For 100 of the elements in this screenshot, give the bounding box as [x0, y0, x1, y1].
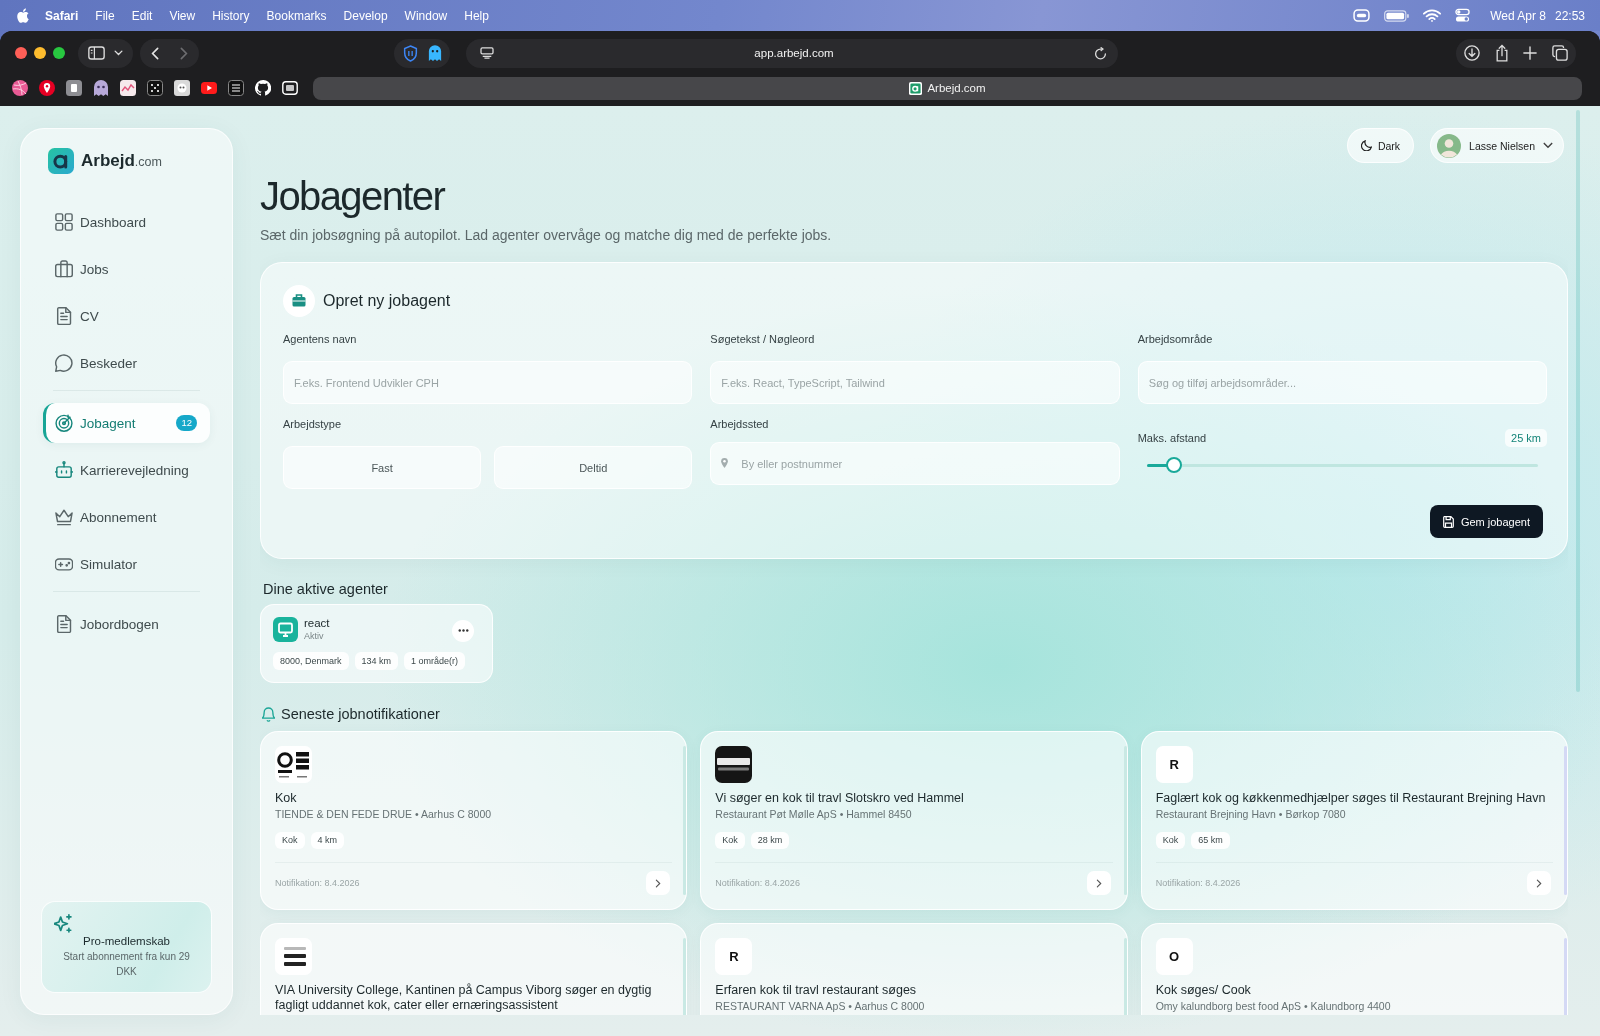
- logo-initial: O: [1155, 938, 1193, 975]
- field-label: Arbejdstype: [283, 417, 343, 432]
- browser-tab[interactable]: Arbejd.com: [313, 76, 1582, 100]
- company-location: TIENDE & DEN FEDE DRUE • Aarhus C 8000: [275, 807, 493, 821]
- job-card[interactable]: VIA University College, Kantinen på Campus Viborg søger en dygtig fagligt uddannet kok, cater eller ernæringsassistent: [260, 923, 688, 1015]
- download-icon[interactable]: [1464, 45, 1480, 61]
- ghost-icon[interactable]: [427, 44, 442, 62]
- lines-tile-icon[interactable]: [228, 80, 244, 96]
- dot-grid-icon[interactable]: [147, 80, 163, 96]
- tag: 134 km: [354, 652, 399, 670]
- menu-item[interactable]: View: [169, 8, 196, 23]
- reload-icon[interactable]: [1094, 46, 1107, 60]
- menu-item[interactable]: Safari: [45, 8, 79, 23]
- shield-icon[interactable]: [402, 44, 418, 62]
- menu-item[interactable]: Develop: [343, 8, 388, 23]
- company-location: RESTAURANT VARNA ApS • Aarhus C 8000: [715, 999, 926, 1013]
- pin-icon[interactable]: [39, 80, 55, 96]
- nav-item[interactable]: CV: [43, 296, 210, 336]
- circle-tile-icon[interactable]: [174, 80, 190, 96]
- job-card[interactable]: Vi søger en kok til travl Slotskro ved Hammel Restaurant Pøt Mølle ApS • Hammel 8450 Kok 28 km Notifikation: 8.4.2026: [700, 731, 1128, 910]
- section-title: Seneste jobnotifikationer: [281, 706, 440, 722]
- plus-icon[interactable]: [1523, 46, 1538, 60]
- robot-icon: [55, 461, 73, 479]
- crown-icon: [55, 508, 73, 526]
- wifi-icon[interactable]: [1423, 9, 1442, 22]
- window-zoom-icon[interactable]: [53, 47, 65, 59]
- apple-icon[interactable]: [17, 8, 29, 23]
- chart-icon[interactable]: [120, 80, 136, 96]
- menu-item[interactable]: History: [212, 8, 250, 23]
- avatar-icon: [1437, 133, 1462, 158]
- job-title: Erfaren kok til travl restaurant søges: [715, 983, 918, 998]
- job-card[interactable]: R Faglært kok og køkkenmedhjælper søges til Restaurant Brejning Havn Restaurant Brejning Havn • Børkop 7080 Kok 65 km Notifikation: 8.4.2026: [1140, 731, 1568, 910]
- user-menu-button[interactable]: Lasse Nielsen: [1430, 128, 1564, 163]
- square-icon[interactable]: [66, 80, 82, 96]
- slider-thumb[interactable]: [1166, 457, 1183, 473]
- save-icon: [1442, 515, 1454, 528]
- cat-icon[interactable]: [255, 80, 271, 96]
- page-menu-icon[interactable]: [480, 47, 494, 59]
- logo-initial: R: [715, 938, 753, 975]
- screen-icon[interactable]: [1353, 9, 1371, 22]
- theme-button[interactable]: Dark: [1346, 128, 1415, 163]
- sidebar-button[interactable]: [78, 38, 133, 68]
- chevron-left-icon: [150, 46, 159, 60]
- card-title: Opret ny jobagent: [323, 292, 451, 310]
- more-button[interactable]: [452, 619, 474, 642]
- location-field[interactable]: By eller postnummer: [710, 442, 1120, 485]
- menu-item[interactable]: Bookmarks: [266, 8, 327, 23]
- control-center-icon[interactable]: [1455, 8, 1471, 23]
- scrollbar-thumb[interactable]: [1576, 110, 1580, 692]
- monitor-icon: [273, 617, 298, 642]
- page-subtitle: Sæt din jobsøgning på autopilot. Lad agenter overvåge og matche dig med de perfekte jobs.: [260, 226, 833, 245]
- address-bar[interactable]: app.arbejd.com: [466, 38, 1118, 68]
- job-title: Vi søger en kok til travl Slotskro ved Hammel: [715, 791, 965, 806]
- input-field[interactable]: F.eks. Frontend Udvikler CPH: [283, 361, 693, 404]
- logo-image: [715, 746, 753, 783]
- input-field[interactable]: F.eks. React, TypeScript, Tailwind: [710, 361, 1120, 404]
- share-icon[interactable]: [1494, 44, 1509, 62]
- job-title: Kok: [275, 791, 298, 806]
- promo-title: Pro-medlemskab: [82, 934, 171, 948]
- save-button[interactable]: Gem jobagent: [1429, 505, 1543, 538]
- menu-item[interactable]: Help: [464, 8, 489, 23]
- frame-icon[interactable]: [282, 80, 298, 96]
- window-minimize-icon[interactable]: [34, 47, 46, 59]
- chevron-right-icon: [655, 878, 662, 888]
- company-location: Restaurant Pøt Mølle ApS • Hammel 8450: [715, 807, 913, 821]
- option-button[interactable]: Deltid: [494, 446, 693, 489]
- menu-item[interactable]: File: [95, 8, 115, 23]
- agent-card[interactable]: react Aktiv 8000, Denmark 134 km 1 område(r): [260, 604, 493, 683]
- nav-item[interactable]: Karrierevejledning: [43, 450, 210, 490]
- tag: 8000, Denmark: [273, 652, 349, 670]
- logo-icon[interactable]: [48, 148, 74, 174]
- nav-item[interactable]: Jobs: [43, 249, 210, 289]
- field-label: Arbejdsområde: [1137, 332, 1214, 347]
- menu-item[interactable]: Edit: [131, 8, 153, 23]
- promo-text: Start abonnement fra kun 29 DKK: [62, 950, 191, 979]
- battery-icon[interactable]: [1384, 9, 1410, 22]
- ball-icon[interactable]: [12, 80, 28, 96]
- nav-item[interactable]: Beskeder: [43, 343, 210, 383]
- nav-item[interactable]: Jobordbogen: [43, 604, 210, 644]
- job-card[interactable]: Kok TIENDE & DEN FEDE DRUE • Aarhus C 8000 Kok 4 km Notifikation: 8.4.2026: [260, 731, 688, 910]
- promo-card[interactable]: Pro-medlemskab Start abonnement fra kun 29 DKK: [41, 901, 212, 993]
- nav-item[interactable]: Abonnement: [43, 497, 210, 537]
- notification-date: Notifikation: 8.4.2026: [1155, 878, 1241, 888]
- window-close-icon[interactable]: [15, 47, 27, 59]
- tabs-icon[interactable]: [1551, 45, 1568, 61]
- input-field[interactable]: Søg og tilføj arbejdsområder...: [1137, 361, 1547, 404]
- menu-item[interactable]: Window: [404, 8, 448, 23]
- nav-item[interactable]: Dashboard: [43, 202, 210, 242]
- job-card[interactable]: R Erfaren kok til travl restaurant søges RESTAURANT VARNA ApS • Aarhus C 8000: [700, 923, 1128, 1015]
- play-icon[interactable]: [201, 80, 217, 96]
- pin-icon: [720, 457, 730, 469]
- nav-item[interactable]: Jobagent 12: [43, 403, 210, 443]
- job-card[interactable]: O Kok søges/ Cook Omy kalundborg best food ApS • Kalundborg 4400: [1140, 923, 1568, 1015]
- notification-date: Notifikation: 8.4.2026: [715, 878, 800, 888]
- logo-image: [275, 746, 312, 783]
- job-title: Faglært kok og køkkenmedhjælper søges til Restaurant Brejning Havn: [1155, 791, 1547, 806]
- option-button[interactable]: Fast: [283, 446, 482, 489]
- nav-item[interactable]: Simulator: [43, 544, 210, 584]
- ghost-icon[interactable]: [93, 80, 109, 96]
- field-label: Søgetekst / Nøgleord: [710, 332, 816, 347]
